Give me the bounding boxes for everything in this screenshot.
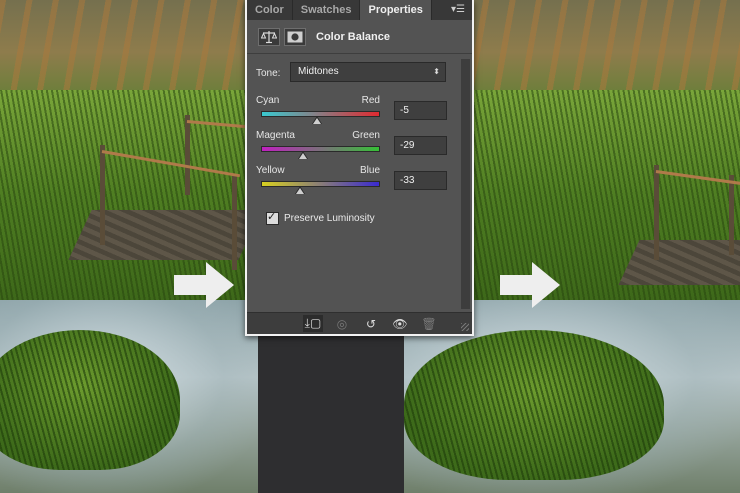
background-scene-left <box>0 0 258 493</box>
slider-value-input[interactable]: -29 <box>394 136 447 155</box>
dark-pillar <box>258 334 404 493</box>
slider-cyan-red: Cyan Red -5 <box>247 95 456 131</box>
clip-to-layer-icon[interactable]: ⤓▢ <box>303 315 323 332</box>
tone-select-value: Midtones <box>298 66 339 77</box>
slider-magenta-green: Magenta Green -29 <box>247 130 456 166</box>
arrow-right-icon <box>500 262 560 308</box>
slider-left-label: Magenta <box>256 130 295 141</box>
arrow-right-icon <box>174 262 234 308</box>
preserve-luminosity-label: Preserve Luminosity <box>284 213 375 224</box>
slider-yellow-blue: Yellow Blue -33 <box>247 165 456 201</box>
resize-grip-icon[interactable] <box>461 323 469 331</box>
panel-body: Tone: Midtones ⬍ Cyan Red -5 Magenta Gre… <box>247 55 456 311</box>
preserve-luminosity-checkbox[interactable]: Preserve Luminosity <box>266 210 375 225</box>
tab-properties[interactable]: Properties <box>360 0 432 20</box>
panel-footer: ⤓▢ ◎ ↺ 👁 🗑 <box>247 312 472 334</box>
slider-thumb[interactable] <box>297 151 308 159</box>
slider-thumb[interactable] <box>311 116 322 124</box>
view-previous-state-icon[interactable]: ◎ <box>332 315 352 332</box>
properties-panel: Color Swatches Properties ▾☰ Color Balan… <box>245 0 474 336</box>
slider-right-label: Red <box>361 95 380 106</box>
tone-select[interactable]: Midtones ⬍ <box>290 62 446 82</box>
slider-track[interactable] <box>261 146 380 152</box>
visibility-eye-icon[interactable]: 👁 <box>390 315 410 332</box>
reset-icon[interactable]: ↺ <box>361 315 381 332</box>
adjustment-title: Color Balance <box>316 30 390 43</box>
delete-icon[interactable]: 🗑 <box>419 315 439 332</box>
panel-header: Color Balance <box>247 20 472 54</box>
slider-value-input[interactable]: -33 <box>394 171 447 190</box>
slider-right-label: Blue <box>359 165 380 176</box>
slider-left-label: Cyan <box>256 95 280 106</box>
tone-label: Tone: <box>256 68 281 79</box>
chevron-updown-icon: ⬍ <box>433 67 440 76</box>
checkbox-checked-icon[interactable] <box>266 210 279 225</box>
tab-swatches[interactable]: Swatches <box>293 0 361 20</box>
panel-tab-bar: Color Swatches Properties ▾☰ <box>247 0 472 20</box>
scrollbar[interactable] <box>461 59 470 309</box>
panel-menu-icon[interactable]: ▾☰ <box>449 4 467 16</box>
tab-color[interactable]: Color <box>247 0 293 20</box>
slider-value-input[interactable]: -5 <box>394 101 447 120</box>
slider-left-label: Yellow <box>256 165 285 176</box>
layer-mask-icon[interactable] <box>284 27 306 46</box>
balance-scale-icon[interactable] <box>258 27 280 46</box>
slider-track[interactable] <box>261 181 380 187</box>
slider-thumb[interactable] <box>295 186 306 194</box>
slider-right-label: Green <box>352 130 380 141</box>
